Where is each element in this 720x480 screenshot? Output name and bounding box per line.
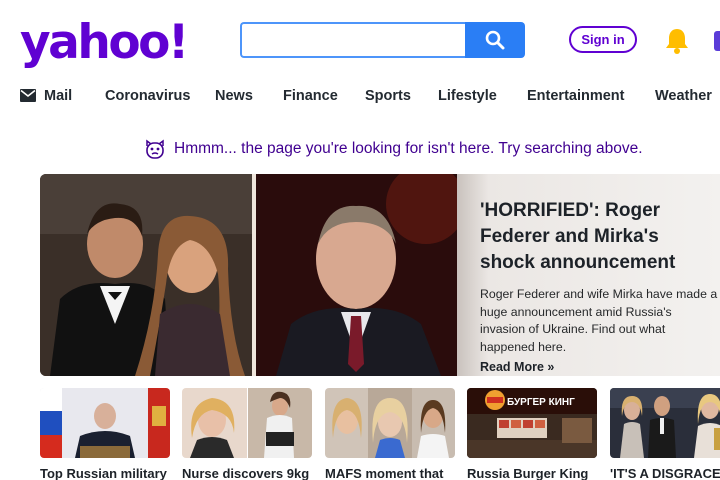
bell-icon[interactable]	[664, 27, 690, 55]
story-card[interactable]: 'IT'S A DISGRACE':	[610, 388, 720, 480]
story-card-title[interactable]: Nurse discovers 9kg	[182, 466, 312, 480]
story-card[interactable]: Top Russian military	[40, 388, 170, 480]
burger-king-sign-text: БУРГЕР КИНГ	[507, 397, 575, 408]
nav-item-news[interactable]: News	[215, 86, 253, 106]
nav-item-coronavirus[interactable]: Coronavirus	[105, 86, 190, 106]
nav-item-weather[interactable]: Weather	[655, 86, 712, 106]
story-card-image[interactable]	[610, 388, 720, 458]
search-button[interactable]	[465, 22, 525, 58]
confused-face-icon	[146, 139, 164, 159]
nav-item-finance[interactable]: Finance	[283, 86, 338, 106]
story-card-image[interactable]	[325, 388, 455, 458]
story-card-title[interactable]: 'IT'S A DISGRACE':	[610, 466, 720, 480]
not-found-message: Hmmm... the page you're looking for isn'…	[174, 140, 643, 157]
story-card[interactable]: БУРГЕР КИНГ Russia Burger King	[467, 388, 597, 480]
hero-image-portrait[interactable]	[256, 174, 460, 376]
nav-item-entertainment[interactable]: Entertainment	[527, 86, 625, 106]
main-nav: Mail Coronavirus News Finance Sports Lif…	[0, 86, 720, 106]
hero-story[interactable]: 'HORRIFIED': Roger Federer and Mirka's s…	[40, 174, 720, 376]
nav-item-sports[interactable]: Sports	[365, 86, 411, 106]
story-card-title[interactable]: MAFS moment that	[325, 466, 455, 480]
nav-item-mail[interactable]: Mail	[44, 86, 72, 106]
story-card-image[interactable]	[40, 388, 170, 458]
hero-text-panel: 'HORRIFIED': Roger Federer and Mirka's s…	[457, 174, 720, 376]
story-card-title[interactable]: Russia Burger King	[467, 466, 597, 480]
yahoo-logo[interactable]: yahoo!	[20, 15, 189, 71]
search-icon	[485, 30, 505, 50]
not-found-notice: Hmmm... the page you're looking for isn'…	[144, 137, 643, 161]
nav-item-lifestyle[interactable]: Lifestyle	[438, 86, 497, 106]
mail-app-icon[interactable]	[714, 31, 720, 51]
story-card[interactable]: MAFS moment that	[325, 388, 455, 480]
sign-in-button[interactable]: Sign in	[569, 26, 637, 53]
read-more-link[interactable]: Read More »	[480, 360, 720, 374]
hero-description: Roger Federer and wife Mirka have made a…	[480, 287, 718, 354]
hero-title[interactable]: 'HORRIFIED': Roger Federer and Mirka's s…	[480, 198, 710, 276]
hero-image-couple[interactable]	[40, 174, 252, 376]
search-bar	[240, 22, 525, 58]
story-card-image[interactable]	[182, 388, 312, 458]
story-card[interactable]: Nurse discovers 9kg	[182, 388, 312, 480]
search-input[interactable]	[240, 22, 466, 58]
story-card-image[interactable]: БУРГЕР КИНГ	[467, 388, 597, 458]
story-card-title[interactable]: Top Russian military	[40, 466, 170, 480]
